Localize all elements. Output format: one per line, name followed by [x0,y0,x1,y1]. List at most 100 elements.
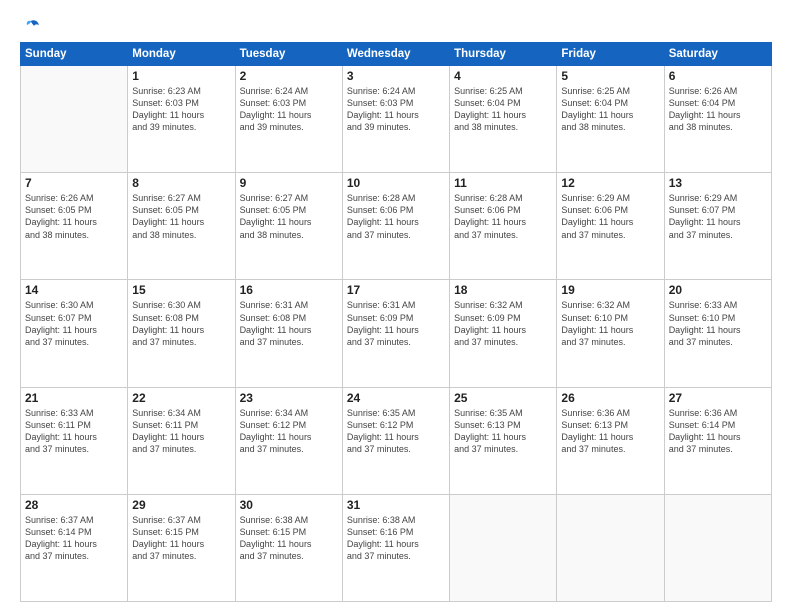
calendar-cell: 13Sunrise: 6:29 AM Sunset: 6:07 PM Dayli… [664,173,771,280]
weekday-header-sunday: Sunday [21,43,128,66]
calendar-cell [450,494,557,601]
calendar-cell: 3 Sunrise: 6:24 AM Sunset: 6:03 PM Daylig… [342,66,449,173]
calendar-cell: 31Sunrise: 6:38 AM Sunset: 6:16 PM Dayli… [342,494,449,601]
calendar-cell: 28 Sunrise: 6:37 AM Sunset: 6:14 PM Dayli… [21,494,128,601]
day-info: Sunrise: 6:24 AM Sunset: 6:03 PM Dayligh… [347,85,445,134]
day-number: 28 [25,498,123,512]
calendar-cell: 23Sunrise: 6:34 AM Sunset: 6:12 PM Dayli… [235,387,342,494]
calendar-cell: 19 Sunrise: 6:32 AM Sunset: 6:10 PM Dayli… [557,280,664,387]
calendar-cell: 9 Sunrise: 6:27 AM Sunset: 6:05 PM Daylig… [235,173,342,280]
calendar-cell: 1 Sunrise: 6:23 AM Sunset: 6:03 PM Daylig… [128,66,235,173]
day-info: Sunrise: 6:34 AM Sunset: 6:12 PM Dayligh… [240,407,338,456]
weekday-header-saturday: Saturday [664,43,771,66]
day-info: Sunrise: 6:23 AM Sunset: 6:03 PM Dayligh… [132,85,230,134]
day-info: Sunrise: 6:37 AM Sunset: 6:14 PM Dayligh… [25,514,123,563]
calendar-cell: 5 Sunrise: 6:25 AM Sunset: 6:04 PM Daylig… [557,66,664,173]
day-number: 14 [25,283,123,297]
calendar-cell: 6 Sunrise: 6:26 AM Sunset: 6:04 PM Daylig… [664,66,771,173]
page: SundayMondayTuesdayWednesdayThursdayFrid… [0,0,792,612]
week-row-3: 14 Sunrise: 6:30 AM Sunset: 6:07 PM Dayli… [21,280,772,387]
day-number: 6 [669,69,767,83]
day-info: Sunrise: 6:32 AM Sunset: 6:09 PM Dayligh… [454,299,552,348]
calendar-cell: 7Sunrise: 6:26 AM Sunset: 6:05 PM Daylig… [21,173,128,280]
day-info: Sunrise: 6:29 AM Sunset: 6:06 PM Dayligh… [561,192,659,241]
day-number: 5 [561,69,659,83]
weekday-header-row: SundayMondayTuesdayWednesdayThursdayFrid… [21,43,772,66]
day-number: 25 [454,391,552,405]
day-info: Sunrise: 6:24 AM Sunset: 6:03 PM Dayligh… [240,85,338,134]
calendar-cell: 16Sunrise: 6:31 AM Sunset: 6:08 PM Dayli… [235,280,342,387]
day-number: 8 [132,176,230,190]
day-info: Sunrise: 6:26 AM Sunset: 6:04 PM Dayligh… [669,85,767,134]
day-number: 1 [132,69,230,83]
calendar-cell: 8 Sunrise: 6:27 AM Sunset: 6:05 PM Daylig… [128,173,235,280]
day-number: 3 [347,69,445,83]
day-info: Sunrise: 6:34 AM Sunset: 6:11 PM Dayligh… [132,407,230,456]
day-info: Sunrise: 6:36 AM Sunset: 6:13 PM Dayligh… [561,407,659,456]
calendar-cell [21,66,128,173]
day-info: Sunrise: 6:30 AM Sunset: 6:07 PM Dayligh… [25,299,123,348]
day-number: 4 [454,69,552,83]
calendar-cell: 14 Sunrise: 6:30 AM Sunset: 6:07 PM Dayli… [21,280,128,387]
week-row-2: 7Sunrise: 6:26 AM Sunset: 6:05 PM Daylig… [21,173,772,280]
day-number: 20 [669,283,767,297]
day-number: 26 [561,391,659,405]
day-number: 2 [240,69,338,83]
day-info: Sunrise: 6:31 AM Sunset: 6:08 PM Dayligh… [240,299,338,348]
day-info: Sunrise: 6:37 AM Sunset: 6:15 PM Dayligh… [132,514,230,563]
week-row-1: 1 Sunrise: 6:23 AM Sunset: 6:03 PM Daylig… [21,66,772,173]
calendar-cell: 27 Sunrise: 6:36 AM Sunset: 6:14 PM Dayli… [664,387,771,494]
calendar-cell: 24 Sunrise: 6:35 AM Sunset: 6:12 PM Dayli… [342,387,449,494]
weekday-header-tuesday: Tuesday [235,43,342,66]
calendar-cell [664,494,771,601]
day-number: 27 [669,391,767,405]
weekday-header-friday: Friday [557,43,664,66]
day-info: Sunrise: 6:36 AM Sunset: 6:14 PM Dayligh… [669,407,767,456]
calendar-cell: 11Sunrise: 6:28 AM Sunset: 6:06 PM Dayli… [450,173,557,280]
day-number: 30 [240,498,338,512]
day-number: 17 [347,283,445,297]
day-info: Sunrise: 6:35 AM Sunset: 6:12 PM Dayligh… [347,407,445,456]
weekday-header-thursday: Thursday [450,43,557,66]
day-number: 15 [132,283,230,297]
calendar-cell: 29 Sunrise: 6:37 AM Sunset: 6:15 PM Dayli… [128,494,235,601]
calendar-cell: 30Sunrise: 6:38 AM Sunset: 6:15 PM Dayli… [235,494,342,601]
calendar-cell: 22 Sunrise: 6:34 AM Sunset: 6:11 PM Dayli… [128,387,235,494]
day-number: 9 [240,176,338,190]
day-info: Sunrise: 6:33 AM Sunset: 6:10 PM Dayligh… [669,299,767,348]
day-info: Sunrise: 6:26 AM Sunset: 6:05 PM Dayligh… [25,192,123,241]
day-info: Sunrise: 6:33 AM Sunset: 6:11 PM Dayligh… [25,407,123,456]
day-info: Sunrise: 6:35 AM Sunset: 6:13 PM Dayligh… [454,407,552,456]
calendar-cell: 21 Sunrise: 6:33 AM Sunset: 6:11 PM Dayli… [21,387,128,494]
day-info: Sunrise: 6:28 AM Sunset: 6:06 PM Dayligh… [347,192,445,241]
calendar-cell: 20 Sunrise: 6:33 AM Sunset: 6:10 PM Dayli… [664,280,771,387]
calendar-cell: 15 Sunrise: 6:30 AM Sunset: 6:08 PM Dayli… [128,280,235,387]
day-number: 24 [347,391,445,405]
calendar-cell: 17 Sunrise: 6:31 AM Sunset: 6:09 PM Dayli… [342,280,449,387]
day-info: Sunrise: 6:32 AM Sunset: 6:10 PM Dayligh… [561,299,659,348]
day-number: 29 [132,498,230,512]
calendar-cell: 12 Sunrise: 6:29 AM Sunset: 6:06 PM Dayli… [557,173,664,280]
day-number: 13 [669,176,767,190]
day-info: Sunrise: 6:38 AM Sunset: 6:16 PM Dayligh… [347,514,445,563]
logo-bird-icon [22,18,40,36]
day-number: 22 [132,391,230,405]
day-number: 10 [347,176,445,190]
calendar-cell: 18Sunrise: 6:32 AM Sunset: 6:09 PM Dayli… [450,280,557,387]
calendar-cell: 2 Sunrise: 6:24 AM Sunset: 6:03 PM Daylig… [235,66,342,173]
calendar-cell: 25 Sunrise: 6:35 AM Sunset: 6:13 PM Dayli… [450,387,557,494]
day-info: Sunrise: 6:27 AM Sunset: 6:05 PM Dayligh… [240,192,338,241]
day-info: Sunrise: 6:27 AM Sunset: 6:05 PM Dayligh… [132,192,230,241]
day-number: 11 [454,176,552,190]
day-number: 12 [561,176,659,190]
calendar-cell: 26 Sunrise: 6:36 AM Sunset: 6:13 PM Dayli… [557,387,664,494]
day-number: 19 [561,283,659,297]
weekday-header-monday: Monday [128,43,235,66]
day-number: 21 [25,391,123,405]
day-info: Sunrise: 6:31 AM Sunset: 6:09 PM Dayligh… [347,299,445,348]
calendar-cell: 4Sunrise: 6:25 AM Sunset: 6:04 PM Daylig… [450,66,557,173]
day-info: Sunrise: 6:25 AM Sunset: 6:04 PM Dayligh… [561,85,659,134]
header [20,18,772,34]
week-row-4: 21 Sunrise: 6:33 AM Sunset: 6:11 PM Dayli… [21,387,772,494]
day-info: Sunrise: 6:30 AM Sunset: 6:08 PM Dayligh… [132,299,230,348]
